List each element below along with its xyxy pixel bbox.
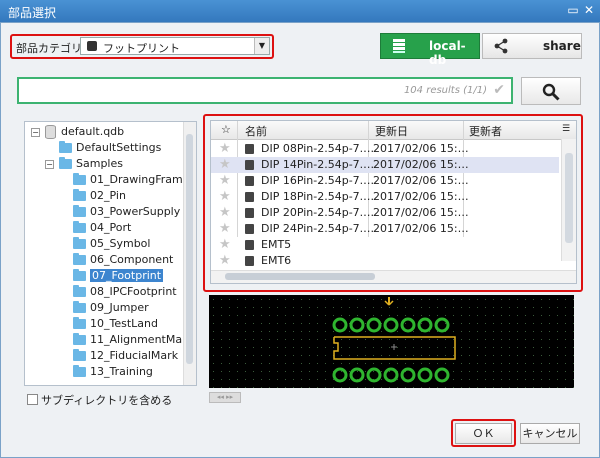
tree-item[interactable]: 09_Jumper	[73, 300, 149, 316]
tree-item[interactable]: 11_AlignmentMark	[73, 332, 193, 348]
tree-item[interactable]: 08_IPCFootprint	[73, 284, 177, 300]
folder-icon	[73, 269, 86, 281]
tree-scrollbar[interactable]	[183, 122, 196, 385]
folder-icon	[73, 253, 86, 265]
footprint-preview-canvas	[213, 297, 574, 388]
tree-item[interactable]: 03_PowerSupply	[73, 204, 180, 220]
tree-item-label: 04_Port	[90, 221, 132, 234]
category-tree[interactable]: − default.qdb DefaultSettings − Samples …	[24, 121, 197, 386]
folder-icon	[73, 173, 86, 185]
tree-item-label: DefaultSettings	[76, 141, 162, 154]
tree-item-label: 06_Component	[90, 253, 174, 266]
preview-pager[interactable]: ◂◂ ▸▸	[209, 392, 241, 403]
tree-item[interactable]: 06_Component	[73, 252, 173, 268]
window-title: 部品選択	[8, 6, 57, 20]
database-icon	[393, 39, 405, 53]
folder-icon	[73, 285, 86, 297]
share-icon	[494, 38, 508, 54]
footprint-preview	[209, 295, 574, 388]
folder-icon	[59, 141, 72, 153]
folder-icon	[73, 317, 86, 329]
local-db-label: local-db	[429, 39, 466, 67]
tree-item[interactable]: 13_Training	[73, 364, 153, 380]
tree-item-selected[interactable]: 07_Footprint	[73, 268, 164, 284]
tree-item-label: 13_Training	[90, 365, 153, 378]
subdir-checkbox[interactable]	[27, 394, 38, 405]
tree-item-label: Samples	[76, 157, 123, 170]
folder-icon	[73, 189, 86, 201]
restore-icon[interactable]: ▭	[566, 3, 580, 17]
share-label: share	[543, 39, 581, 53]
folder-icon	[73, 349, 86, 361]
tree-item[interactable]: − Samples	[45, 156, 123, 172]
tree-item[interactable]: 10_TestLand	[73, 316, 158, 332]
check-icon: ✔	[493, 82, 505, 98]
tree-item-label: 02_Pin	[90, 189, 126, 202]
title-bar: 部品選択 ▭ ✕	[0, 0, 600, 22]
tree-root-label: default.qdb	[61, 125, 125, 138]
search-input[interactable]: 104 results (1/1) ✔	[17, 77, 513, 104]
tree-root[interactable]: − default.qdb	[31, 124, 124, 140]
local-db-button[interactable]: local-db	[380, 33, 480, 67]
highlight-category	[10, 34, 274, 59]
tree-item[interactable]: 02_Pin	[73, 188, 126, 204]
tree-item-label: 01_DrawingFrame	[90, 173, 190, 186]
result-count: 104 results (1/1)	[403, 85, 487, 96]
tree-item-label: 12_FiducialMark	[90, 349, 179, 362]
share-button[interactable]: share	[482, 33, 582, 59]
tree-item[interactable]: DefaultSettings	[59, 140, 161, 156]
folder-icon	[73, 365, 86, 377]
folder-icon	[73, 333, 86, 345]
tree-item-label: 08_IPCFootprint	[90, 285, 177, 298]
folder-icon	[73, 237, 86, 249]
highlight-parts-table	[203, 114, 583, 292]
tree-item[interactable]: 12_FiducialMark	[73, 348, 178, 364]
collapse-icon[interactable]: −	[45, 160, 54, 169]
tree-item-label: 09_Jumper	[90, 301, 149, 314]
tree-item[interactable]: 04_Port	[73, 220, 131, 236]
subdir-label: サブディレクトリを含める	[41, 394, 173, 407]
folder-icon	[73, 205, 86, 217]
tree-item[interactable]: 01_DrawingFrame	[73, 172, 190, 188]
folder-icon	[73, 301, 86, 313]
tree-item-label: 07_Footprint	[90, 269, 164, 282]
tree-scroll-thumb[interactable]	[186, 134, 193, 364]
tree-item-label: 05_Symbol	[90, 237, 151, 250]
tree-item-label: 10_TestLand	[90, 317, 158, 330]
tree-item-label: 03_PowerSupply	[90, 205, 181, 218]
tree-item-label: 11_AlignmentMark	[90, 333, 193, 346]
folder-icon	[59, 157, 72, 169]
close-icon[interactable]: ✕	[582, 3, 596, 17]
search-button[interactable]	[521, 77, 581, 105]
cancel-button[interactable]: キャンセル	[520, 423, 580, 444]
database-file-icon	[45, 125, 56, 139]
collapse-icon[interactable]: −	[31, 128, 40, 137]
highlight-ok	[451, 419, 516, 447]
folder-icon	[73, 221, 86, 233]
tree-item[interactable]: 05_Symbol	[73, 236, 150, 252]
search-icon	[542, 83, 560, 101]
